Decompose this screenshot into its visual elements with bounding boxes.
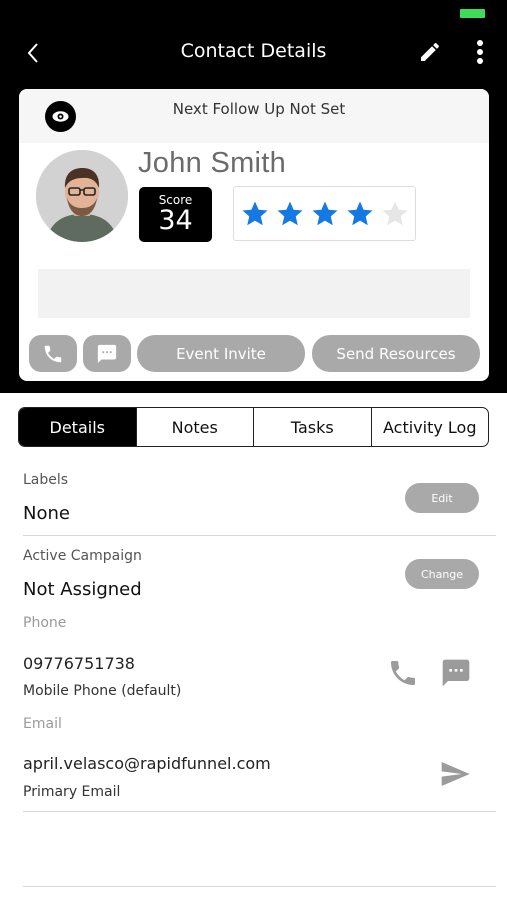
avatar: [36, 150, 128, 242]
divider: [23, 535, 496, 536]
divider: [23, 886, 496, 887]
edit-labels-button[interactable]: Edit: [405, 483, 479, 513]
star-empty-icon[interactable]: [380, 199, 410, 229]
message-icon[interactable]: [440, 657, 472, 689]
header-area: Contact Details Next Follow Up Not Set J…: [0, 0, 507, 393]
phone-type: Mobile Phone (default): [23, 683, 182, 699]
campaign-value: Not Assigned: [23, 579, 142, 600]
call-button[interactable]: [29, 335, 77, 372]
more-vertical-icon[interactable]: [470, 38, 490, 66]
tab-notes[interactable]: Notes: [135, 408, 254, 446]
divider: [23, 811, 496, 812]
change-campaign-button[interactable]: Change: [405, 559, 479, 589]
contact-card: Next Follow Up Not Set John Smith Score …: [19, 89, 489, 381]
star-filled-icon[interactable]: [345, 199, 375, 229]
email-value[interactable]: april.velasco@rapidfunnel.com: [23, 754, 271, 773]
email-label: Email: [23, 716, 62, 732]
follow-up-text[interactable]: Next Follow Up Not Set: [109, 100, 409, 118]
email-type: Primary Email: [23, 784, 121, 800]
phone-icon[interactable]: [387, 657, 419, 689]
send-resources-button[interactable]: Send Resources: [312, 335, 480, 372]
score-value: 34: [158, 205, 193, 236]
star-filled-icon[interactable]: [240, 199, 270, 229]
tab-details[interactable]: Details: [19, 408, 136, 446]
labels-label: Labels: [23, 472, 69, 488]
tab-bar: Details Notes Tasks Activity Log: [18, 407, 489, 447]
notes-bar[interactable]: [38, 269, 470, 318]
battery-indicator: [460, 9, 485, 18]
event-invite-button[interactable]: Event Invite: [137, 335, 305, 372]
phone-value[interactable]: 09776751738: [23, 654, 135, 673]
pencil-icon[interactable]: [418, 40, 442, 64]
star-rating[interactable]: [233, 186, 416, 241]
message-button[interactable]: [83, 335, 131, 372]
tab-activity-log[interactable]: Activity Log: [370, 408, 489, 446]
star-filled-icon[interactable]: [275, 199, 305, 229]
campaign-label: Active Campaign: [23, 548, 142, 564]
score-badge: Score 34: [139, 187, 212, 242]
follow-up-bar: Next Follow Up Not Set: [19, 89, 489, 143]
message-icon: [97, 344, 117, 363]
eye-icon[interactable]: [45, 101, 76, 132]
tab-tasks[interactable]: Tasks: [253, 408, 371, 446]
send-icon[interactable]: [439, 758, 471, 790]
star-filled-icon[interactable]: [310, 199, 340, 229]
labels-value: None: [23, 503, 70, 524]
contact-name: John Smith: [138, 147, 287, 179]
phone-label: Phone: [23, 615, 67, 631]
phone-icon: [44, 345, 62, 362]
